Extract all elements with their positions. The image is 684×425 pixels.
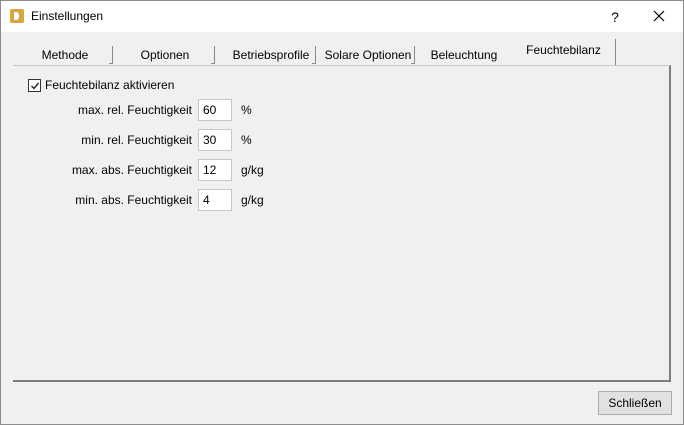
settings-dialog: Einstellungen ? Methode Optionen Betrieb… [0, 0, 684, 425]
close-icon [653, 10, 665, 22]
tab-divider [109, 46, 113, 64]
max-rel-humidity-input[interactable] [198, 99, 232, 121]
tab-solare-optionen[interactable]: Solare Optionen [319, 41, 417, 66]
field-row-min-abs: min. abs. Feuchtigkeit g/kg [13, 189, 673, 211]
field-unit: % [241, 133, 252, 147]
close-button[interactable]: Schließen [598, 391, 672, 415]
tab-divider [312, 46, 316, 64]
tab-feuchtebilanz[interactable]: Feuchtebilanz [512, 39, 616, 65]
min-rel-humidity-input[interactable] [198, 129, 232, 151]
field-label: min. rel. Feuchtigkeit [81, 133, 192, 147]
field-row-min-rel: min. rel. Feuchtigkeit % [13, 129, 673, 151]
field-unit: g/kg [241, 163, 264, 177]
tab-beleuchtung[interactable]: Beleuchtung [422, 41, 506, 66]
field-row-max-rel: max. rel. Feuchtigkeit % [13, 99, 673, 121]
tab-divider [411, 46, 415, 64]
tab-bar: Methode Optionen Betriebsprofile Solare … [13, 39, 673, 66]
enable-moisture-balance[interactable]: Feuchtebilanz aktivieren [28, 78, 174, 92]
title-bar: Einstellungen ? [1, 1, 683, 32]
field-row-max-abs: max. abs. Feuchtigkeit g/kg [13, 159, 673, 181]
field-unit: g/kg [241, 193, 264, 207]
checkmark-icon [31, 82, 40, 90]
field-label: max. rel. Feuchtigkeit [77, 103, 192, 117]
tab-methode[interactable]: Methode [29, 41, 101, 66]
field-label: min. abs. Feuchtigkeit [75, 193, 192, 207]
enable-checkbox[interactable] [28, 78, 41, 92]
window-title: Einstellungen [31, 9, 104, 23]
field-unit: % [241, 103, 252, 117]
app-icon [10, 9, 24, 23]
min-abs-humidity-input[interactable] [198, 189, 232, 211]
tab-divider [211, 46, 215, 64]
close-window-button[interactable] [644, 5, 674, 29]
field-label: max. abs. Feuchtigkeit [71, 163, 192, 177]
max-abs-humidity-input[interactable] [198, 159, 232, 181]
tab-optionen[interactable]: Optionen [127, 41, 203, 66]
help-button[interactable]: ? [603, 7, 627, 27]
tab-panel-feuchtebilanz: Feuchtebilanz aktivieren max. rel. Feuch… [13, 65, 671, 382]
tab-betriebsprofile[interactable]: Betriebsprofile [223, 41, 319, 66]
enable-checkbox-label: Feuchtebilanz aktivieren [45, 78, 175, 92]
